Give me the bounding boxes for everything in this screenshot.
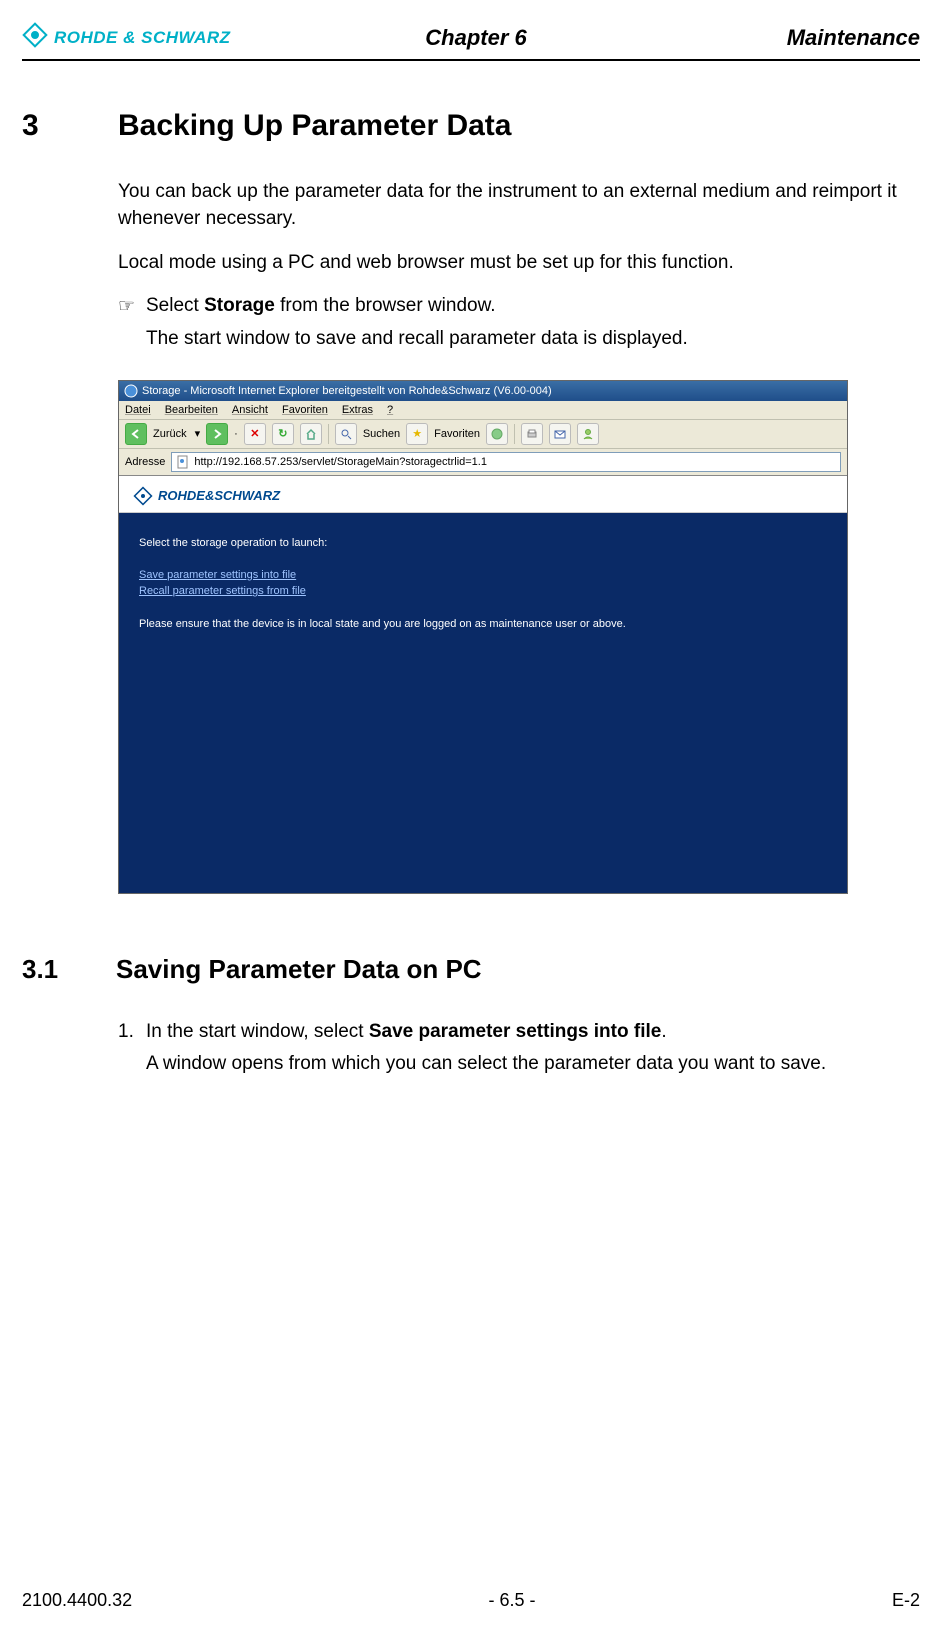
- menu-item[interactable]: Bearbeiten: [165, 404, 218, 416]
- instruction-step: ☞ Select Storage from the browser window…: [118, 295, 920, 318]
- print-button[interactable]: [521, 423, 543, 445]
- logo-diamond-icon: [133, 486, 153, 506]
- note-text: Please ensure that the device is in loca…: [139, 618, 827, 630]
- section-heading-3: 3 Backing Up Parameter Data: [22, 109, 920, 143]
- dropdown-icon[interactable]: ▾: [195, 427, 201, 440]
- section-label: Maintenance: [787, 25, 920, 51]
- favorites-label: Favoriten: [434, 428, 480, 440]
- refresh-button[interactable]: ↻: [272, 423, 294, 445]
- numbered-step: 1. In the start window, select Save para…: [118, 1021, 920, 1043]
- back-button[interactable]: [125, 423, 147, 445]
- media-button[interactable]: [486, 423, 508, 445]
- window-title: Storage - Microsoft Internet Explorer be…: [142, 385, 552, 397]
- menu-item[interactable]: Extras: [342, 404, 373, 416]
- separator: ·: [234, 428, 238, 440]
- step-number: 1.: [118, 1021, 136, 1043]
- home-button[interactable]: [300, 423, 322, 445]
- search-label: Suchen: [363, 428, 400, 440]
- recall-parameters-link[interactable]: Recall parameter settings from file: [139, 583, 827, 600]
- favorites-button[interactable]: ★: [406, 423, 428, 445]
- subsection-title: Saving Parameter Data on PC: [116, 954, 482, 985]
- page-brand-header: ROHDE&SCHWARZ: [119, 476, 847, 513]
- menu-item[interactable]: Favoriten: [282, 404, 328, 416]
- step-result: A window opens from which you can select…: [146, 1053, 920, 1075]
- prompt-text: Select the storage operation to launch:: [139, 537, 827, 549]
- browser-toolbar: Zurück ▾ · ✕ ↻ Suchen ★ Favoriten: [119, 420, 847, 449]
- ie-icon: [124, 384, 138, 398]
- step-result: The start window to save and recall para…: [146, 328, 920, 350]
- window-titlebar: Storage - Microsoft Internet Explorer be…: [119, 381, 847, 401]
- menu-item[interactable]: ?: [387, 404, 393, 416]
- save-parameters-link[interactable]: Save parameter settings into file: [139, 567, 827, 584]
- menu-item[interactable]: Datei: [125, 404, 151, 416]
- search-button[interactable]: [335, 423, 357, 445]
- page-number: - 6.5 -: [489, 1590, 536, 1611]
- page-icon: [176, 455, 190, 469]
- page-header: ROHDE & SCHWARZ Chapter 6 Maintenance: [22, 22, 920, 61]
- browser-menubar: Datei Bearbeiten Ansicht Favoriten Extra…: [119, 401, 847, 420]
- revision: E-2: [892, 1590, 920, 1611]
- mail-button[interactable]: [549, 423, 571, 445]
- messenger-button[interactable]: [577, 423, 599, 445]
- browser-screenshot: Storage - Microsoft Internet Explorer be…: [118, 380, 848, 894]
- chapter-label: Chapter 6: [425, 25, 526, 51]
- stop-button[interactable]: ✕: [244, 423, 266, 445]
- section-number: 3: [22, 109, 80, 143]
- doc-number: 2100.4400.32: [22, 1590, 132, 1611]
- rs-logo-small: ROHDE&SCHWARZ: [133, 486, 833, 506]
- address-bar-row: Adresse http://192.168.57.253/servlet/St…: [119, 449, 847, 476]
- brand-logo: ROHDE & SCHWARZ: [22, 22, 231, 53]
- pointer-icon: ☞: [118, 295, 136, 318]
- step-text: Select Storage from the browser window.: [146, 295, 920, 318]
- paragraph: You can back up the parameter data for t…: [118, 179, 920, 232]
- subsection-number: 3.1: [22, 954, 84, 985]
- section-heading-3-1: 3.1 Saving Parameter Data on PC: [22, 954, 920, 985]
- back-label: Zurück: [153, 428, 187, 440]
- forward-button[interactable]: [206, 423, 228, 445]
- logo-diamond-icon: [22, 22, 48, 53]
- paragraph: Local mode using a PC and web browser mu…: [118, 250, 920, 277]
- section-title: Backing Up Parameter Data: [118, 109, 512, 143]
- address-label: Adresse: [125, 456, 165, 468]
- logo-text: ROHDE & SCHWARZ: [54, 28, 231, 48]
- page-footer: 2100.4400.32 - 6.5 - E-2: [22, 1590, 920, 1611]
- menu-item[interactable]: Ansicht: [232, 404, 268, 416]
- toolbar-separator: [328, 424, 329, 444]
- address-input[interactable]: http://192.168.57.253/servlet/StorageMai…: [171, 452, 841, 472]
- step-text: In the start window, select Save paramet…: [146, 1021, 920, 1043]
- address-url: http://192.168.57.253/servlet/StorageMai…: [194, 456, 487, 468]
- storage-page-content: Select the storage operation to launch: …: [119, 513, 847, 893]
- toolbar-separator: [514, 424, 515, 444]
